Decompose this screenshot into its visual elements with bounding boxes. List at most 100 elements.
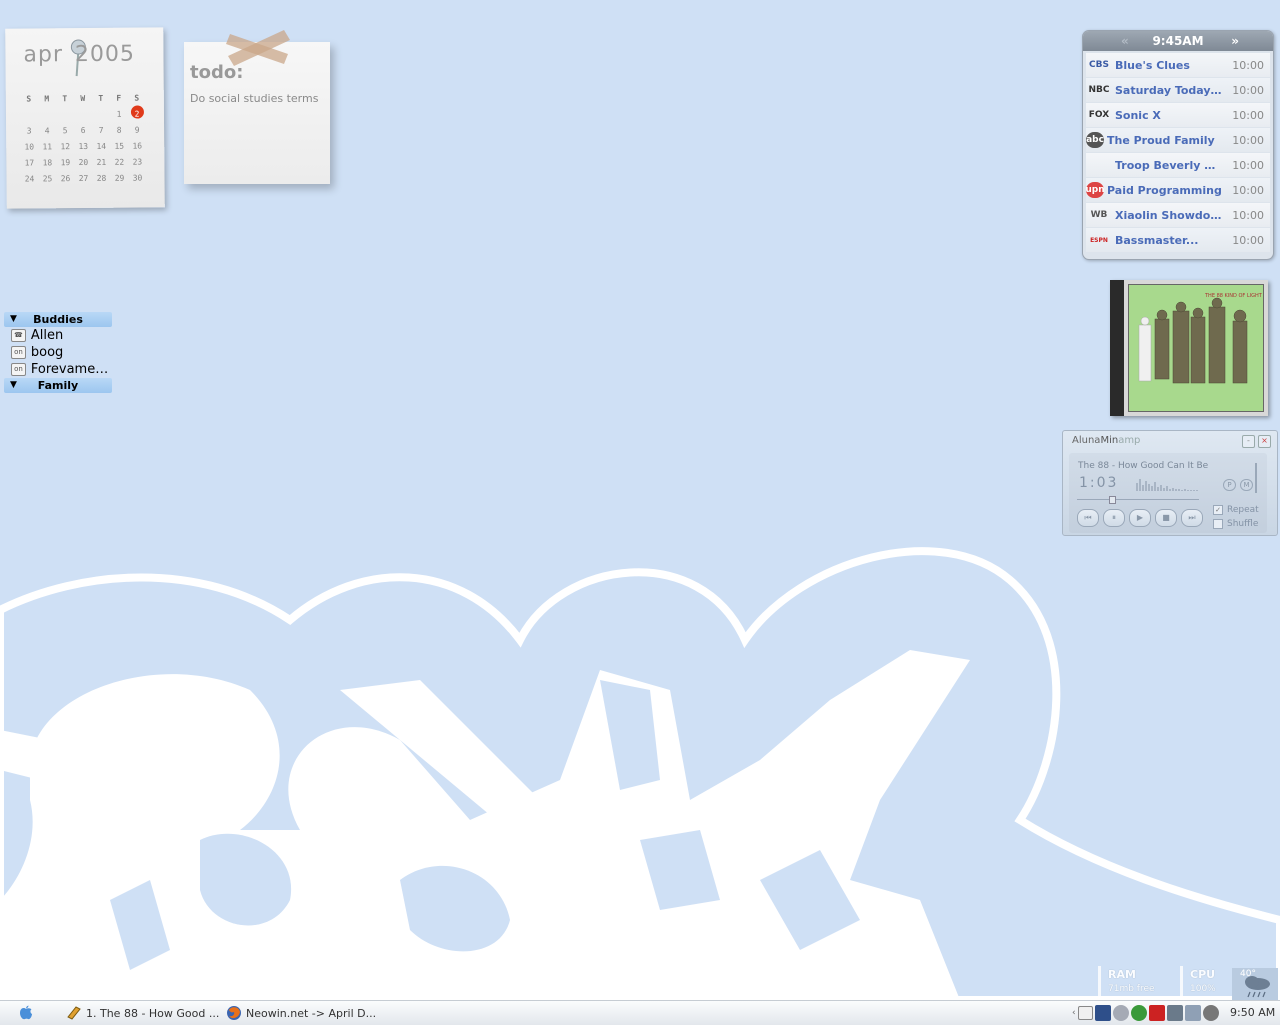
shuffle-option[interactable]: Shuffle bbox=[1213, 519, 1258, 529]
track-title: The 88 - How Good Can It Be bbox=[1078, 461, 1208, 471]
visualizer bbox=[1135, 477, 1205, 491]
tv-listing-row[interactable]: FOXSonic X10:00 bbox=[1086, 103, 1270, 127]
repeat-checkbox[interactable]: ✓ bbox=[1213, 505, 1223, 515]
aim-icon[interactable] bbox=[1078, 1006, 1093, 1020]
network-icon[interactable] bbox=[1095, 1005, 1111, 1021]
double-chevron-left-icon[interactable]: « bbox=[1121, 31, 1129, 51]
tv-show-title[interactable]: The Proud Family bbox=[1104, 134, 1224, 147]
globe-icon[interactable] bbox=[1131, 1005, 1147, 1021]
todo-title: todo: bbox=[190, 62, 243, 83]
tv-show-title[interactable]: Blue's Clues bbox=[1112, 59, 1224, 72]
todo-text[interactable]: Do social studies terms bbox=[190, 92, 320, 105]
tv-show-title[interactable]: Saturday Today in... bbox=[1112, 84, 1224, 97]
tv-listing-row[interactable]: CBSBlue's Clues10:00 bbox=[1086, 53, 1270, 77]
player-title-part: Aluna bbox=[1072, 435, 1100, 446]
playlist-toggle[interactable]: P bbox=[1223, 479, 1236, 491]
buddy-list: ▼ Buddies ☎ Allen on boog on Forevame7..… bbox=[4, 312, 112, 393]
calendar-day: 25 bbox=[38, 174, 56, 183]
seek-handle[interactable] bbox=[1109, 496, 1116, 504]
online-status-icon: on bbox=[11, 363, 26, 376]
kaspersky-icon[interactable] bbox=[1149, 1005, 1165, 1021]
minimize-button[interactable]: - bbox=[1242, 435, 1255, 448]
volume-slider[interactable] bbox=[1255, 463, 1257, 493]
calendar-day: 5 bbox=[56, 126, 74, 135]
tv-show-title[interactable]: Xiaolin Showdown bbox=[1112, 209, 1224, 222]
shuffle-label: Shuffle bbox=[1227, 519, 1258, 529]
printer-icon[interactable] bbox=[1167, 1005, 1183, 1021]
pause-icon[interactable]: ⏸ bbox=[1103, 509, 1125, 527]
apple-icon[interactable] bbox=[16, 1005, 36, 1021]
weekday-label: W bbox=[74, 93, 92, 102]
calendar-day: 27 bbox=[74, 173, 92, 182]
cpu-meter: CPU 100% bbox=[1180, 966, 1230, 1000]
track-time: 1:03 bbox=[1079, 475, 1118, 491]
calendar-day: 26 bbox=[56, 174, 74, 183]
tv-show-title[interactable]: Paid Programming bbox=[1104, 184, 1224, 197]
tv-show-title[interactable]: Troop Beverly Hills... bbox=[1112, 159, 1224, 172]
tv-listing-row[interactable]: ESPNBassmaster...10:00 bbox=[1086, 228, 1270, 252]
settings-icon[interactable] bbox=[1203, 1005, 1219, 1021]
drive-icon[interactable] bbox=[1185, 1005, 1201, 1021]
buddy-item[interactable]: on boog bbox=[4, 344, 112, 361]
player-display: The 88 - How Good Can It Be 1:03 P M ⏮ ⏸… bbox=[1069, 453, 1267, 533]
calendar-day: 15 bbox=[110, 141, 128, 150]
weather-widget[interactable]: 40° bbox=[1232, 968, 1278, 1000]
taskbar-clock[interactable]: 9:50 AM bbox=[1230, 1006, 1275, 1019]
buddy-name: Allen bbox=[31, 328, 112, 343]
tv-listing-row[interactable]: abcThe Proud Family10:00 bbox=[1086, 128, 1270, 152]
media-player: AlunaMinamp - × The 88 - How Good Can It… bbox=[1062, 430, 1278, 536]
stop-icon[interactable]: ■ bbox=[1155, 509, 1177, 527]
calendar-day: 24 bbox=[20, 174, 38, 183]
taskbar-button[interactable]: Neowin.net -> April D... bbox=[226, 1004, 376, 1022]
buddy-name: Forevame7... bbox=[31, 362, 112, 377]
calendar-week-row: 12 bbox=[20, 105, 156, 122]
calendar-widget: apr2005 SMTWTFS1234567891011121314151617… bbox=[5, 27, 165, 208]
calendar-header: apr2005 bbox=[23, 42, 135, 68]
tv-listing-row[interactable]: WBXiaolin Showdown10:00 bbox=[1086, 203, 1270, 227]
tv-show-title[interactable]: Sonic X bbox=[1112, 109, 1224, 122]
shuffle-checkbox[interactable] bbox=[1213, 519, 1223, 529]
phone-status-icon: ☎ bbox=[11, 329, 26, 342]
group-header-buddies[interactable]: ▼ Buddies bbox=[4, 312, 112, 327]
tray-expand-icon[interactable]: ‹ bbox=[1072, 1008, 1076, 1018]
tv-listing-row[interactable]: NBCSaturday Today in...10:00 bbox=[1086, 78, 1270, 102]
album-art-widget[interactable]: THE 88 KIND OF LIGHT bbox=[1110, 280, 1268, 416]
tv-listing-row[interactable]: upnPaid Programming10:00 bbox=[1086, 178, 1270, 202]
tv-show-title[interactable]: Bassmaster... bbox=[1112, 234, 1224, 247]
calendar-day: 14 bbox=[92, 141, 110, 150]
calendar-day: 20 bbox=[74, 157, 92, 166]
taskbar: 1. The 88 - How Good ... Neowin.net -> A… bbox=[0, 1000, 1280, 1025]
calendar-weekday-row: SMTWTFS bbox=[20, 89, 156, 106]
taskbar-button[interactable]: 1. The 88 - How Good ... bbox=[66, 1004, 219, 1022]
calendar-day: 19 bbox=[56, 158, 74, 167]
collapse-triangle-icon: ▼ bbox=[10, 312, 17, 327]
calendar-day: 13 bbox=[74, 141, 92, 150]
abc-logo: abc bbox=[1086, 132, 1104, 148]
calendar-day: 17 bbox=[20, 158, 38, 167]
previous-icon[interactable]: ⏮ bbox=[1077, 509, 1099, 527]
group-label: Buddies bbox=[33, 313, 83, 326]
firefox-icon bbox=[226, 1005, 242, 1021]
buddy-item[interactable]: ☎ Allen bbox=[4, 327, 112, 344]
next-icon[interactable]: ⏭ bbox=[1181, 509, 1203, 527]
tv-listing-row[interactable]: Troop Beverly Hills...10:00 bbox=[1086, 153, 1270, 177]
repeat-option[interactable]: ✓ Repeat bbox=[1213, 505, 1259, 515]
volume-icon[interactable] bbox=[1113, 1005, 1129, 1021]
calendar-week-row: 17181920212223 bbox=[20, 153, 156, 170]
play-icon[interactable]: ▶ bbox=[1129, 509, 1151, 527]
group-header-family[interactable]: ▼ Family bbox=[4, 378, 112, 393]
seek-bar[interactable] bbox=[1077, 499, 1199, 500]
tape-icon bbox=[226, 28, 292, 66]
nbc-peacock-logo: NBC bbox=[1086, 80, 1112, 100]
buddy-item[interactable]: on Forevame7... bbox=[4, 361, 112, 378]
tv-show-time: 10:00 bbox=[1224, 134, 1270, 147]
weekday-label: S bbox=[128, 93, 146, 102]
mini-toggle[interactable]: M bbox=[1240, 479, 1253, 491]
calendar-week-row: 10111213141516 bbox=[20, 137, 156, 154]
double-chevron-right-icon[interactable]: » bbox=[1231, 31, 1239, 51]
espn-logo: ESPN bbox=[1086, 230, 1112, 250]
calendar-grid: SMTWTFS123456789101112131415161718192021… bbox=[20, 89, 157, 186]
calendar-day: 11 bbox=[38, 142, 56, 151]
channel-logo bbox=[1086, 155, 1112, 175]
close-button[interactable]: × bbox=[1258, 435, 1271, 448]
